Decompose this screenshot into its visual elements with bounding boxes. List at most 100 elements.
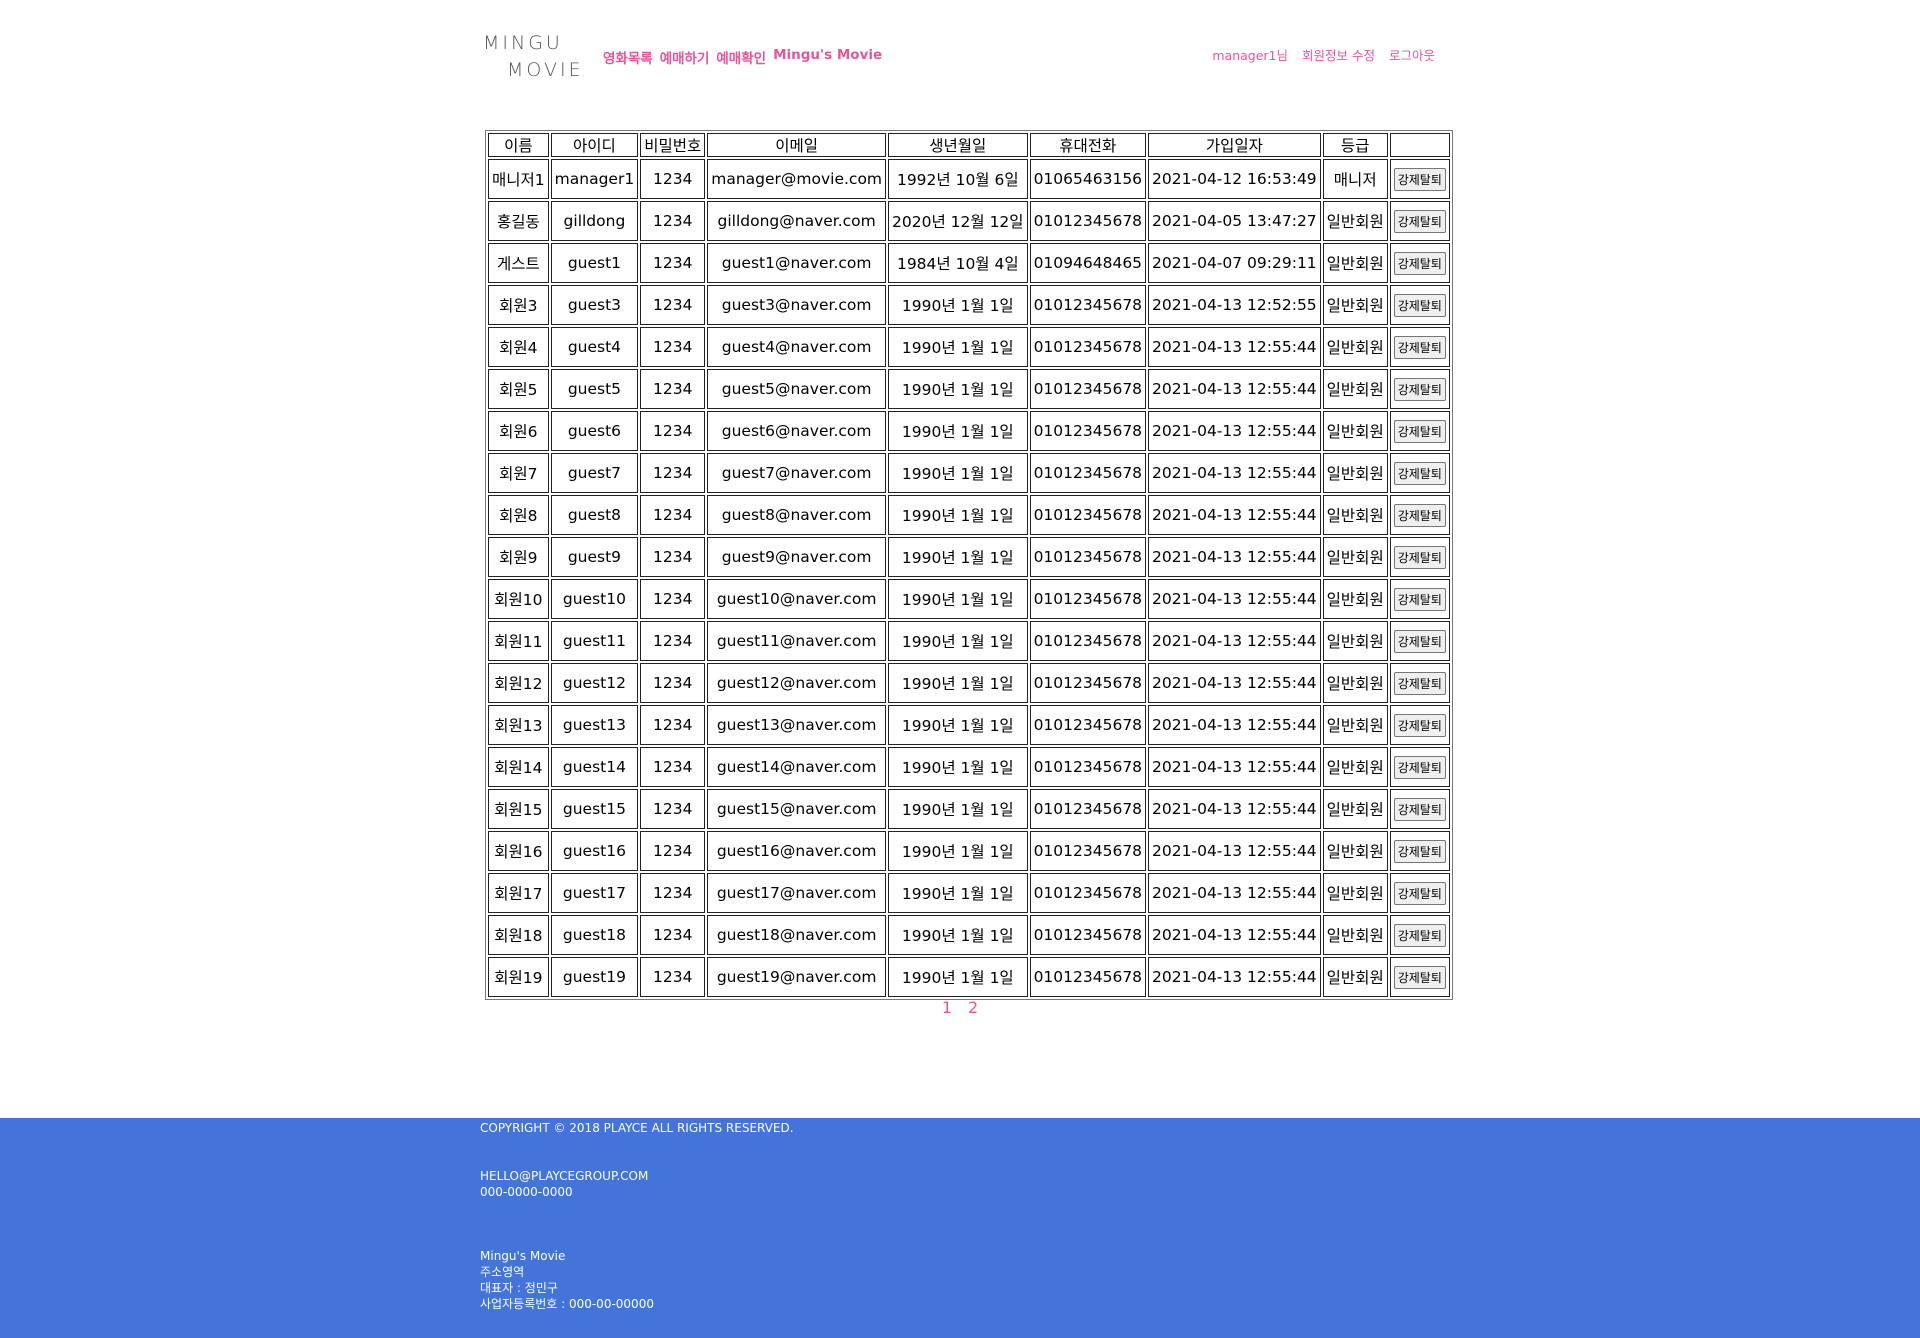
column-header-password: 비밀번호	[640, 133, 706, 157]
force-withdraw-button[interactable]: 강제탈퇴	[1393, 251, 1446, 275]
cell-birthdate: 1990년 1월 1일	[888, 873, 1028, 913]
force-withdraw-button[interactable]: 강제탈퇴	[1393, 923, 1446, 947]
cell-action: 강제탈퇴	[1389, 705, 1450, 745]
table-row: 회원9 guest9 1234 guest9@naver.com 1990년 1월 1일…	[488, 537, 1450, 577]
logo-line-2: MOVIE	[507, 59, 584, 81]
cell-password: 1234	[640, 159, 706, 199]
cell-email: guest16@naver.com	[707, 831, 887, 871]
force-withdraw-button[interactable]: 강제탈퇴	[1393, 797, 1446, 821]
cell-email: guest4@naver.com	[707, 327, 887, 367]
site-logo[interactable]: MINGU MOVIE	[483, 32, 581, 82]
force-withdraw-button[interactable]: 강제탈퇴	[1393, 881, 1446, 905]
cell-grade: 일반회원	[1322, 747, 1388, 787]
cell-id: guest18	[550, 915, 639, 955]
cell-email: manager@movie.com	[707, 159, 887, 199]
column-header-birthdate: 생년월일	[888, 133, 1028, 157]
cell-email: guest17@naver.com	[707, 873, 887, 913]
force-withdraw-button[interactable]: 강제탈퇴	[1393, 839, 1446, 863]
cell-phone: 01012345678	[1029, 285, 1147, 325]
footer-email: HELLO@PLAYCEGROUP.COM	[480, 1169, 649, 1183]
footer-biz-no: 사업자등록번호 : 000-00-00000	[480, 1297, 654, 1311]
cell-join-date: 2021-04-07 09:29:11	[1148, 243, 1321, 283]
site-footer: COPYRIGHT © 2018 PLAYCE ALL RIGHTS RESER…	[0, 1118, 1920, 1338]
table-row: 회원8 guest8 1234 guest8@naver.com 1990년 1월 1일…	[488, 495, 1450, 535]
cell-grade: 일반회원	[1322, 243, 1388, 283]
force-withdraw-button[interactable]: 강제탈퇴	[1393, 377, 1446, 401]
cell-birthdate: 1990년 1월 1일	[888, 495, 1028, 535]
page-link[interactable]: 1	[942, 998, 952, 1017]
table-row: 회원7 guest7 1234 guest7@naver.com 1990년 1월 1일…	[488, 453, 1450, 493]
force-withdraw-button[interactable]: 강제탈퇴	[1393, 167, 1446, 191]
force-withdraw-button[interactable]: 강제탈퇴	[1393, 545, 1446, 569]
cell-grade: 일반회원	[1322, 579, 1388, 619]
cell-grade: 일반회원	[1322, 663, 1388, 703]
cell-name: 회원8	[488, 495, 549, 535]
cell-action: 강제탈퇴	[1389, 747, 1450, 787]
edit-profile-link[interactable]: 회원정보 수정	[1302, 45, 1375, 64]
logout-link[interactable]: 로그아웃	[1389, 45, 1435, 64]
force-withdraw-button[interactable]: 강제탈퇴	[1393, 293, 1446, 317]
cell-phone: 01094648465	[1029, 243, 1147, 283]
force-withdraw-button[interactable]: 강제탈퇴	[1393, 755, 1446, 779]
cell-phone: 01012345678	[1029, 327, 1147, 367]
cell-birthdate: 1990년 1월 1일	[888, 915, 1028, 955]
cell-grade: 일반회원	[1322, 369, 1388, 409]
cell-birthdate: 1990년 1월 1일	[888, 705, 1028, 745]
cell-action: 강제탈퇴	[1389, 411, 1450, 451]
user-name[interactable]: manager1님	[1212, 45, 1288, 64]
cell-birthdate: 1990년 1월 1일	[888, 747, 1028, 787]
force-withdraw-button[interactable]: 강제탈퇴	[1393, 587, 1446, 611]
force-withdraw-button[interactable]: 강제탈퇴	[1393, 209, 1446, 233]
cell-action: 강제탈퇴	[1389, 537, 1450, 577]
cell-id: gilldong	[550, 201, 639, 241]
footer-address: 주소영역	[480, 1265, 525, 1279]
cell-phone: 01012345678	[1029, 411, 1147, 451]
nav-booking[interactable]: 예매하기	[660, 47, 710, 67]
cell-name: 회원4	[488, 327, 549, 367]
cell-join-date: 2021-04-13 12:55:44	[1148, 957, 1321, 997]
cell-phone: 01012345678	[1029, 663, 1147, 703]
cell-grade: 매니저	[1322, 159, 1388, 199]
nav-movie-list[interactable]: 영화목록	[603, 47, 653, 67]
cell-email: guest12@naver.com	[707, 663, 887, 703]
cell-email: guest9@naver.com	[707, 537, 887, 577]
member-table: 이름 아이디 비밀번호 이메일 생년월일 휴대전화 가입일자 등급 매니저1 manager1 1…	[485, 130, 1453, 1000]
cell-birthdate: 1990년 1월 1일	[888, 453, 1028, 493]
force-withdraw-button[interactable]: 강제탈퇴	[1393, 629, 1446, 653]
cell-id: guest8	[550, 495, 639, 535]
force-withdraw-button[interactable]: 강제탈퇴	[1393, 671, 1446, 695]
footer-ceo: 대표자 : 정민구	[480, 1281, 558, 1295]
force-withdraw-button[interactable]: 강제탈퇴	[1393, 503, 1446, 527]
footer-copyright: COPYRIGHT © 2018 PLAYCE ALL RIGHTS RESER…	[480, 1121, 794, 1135]
cell-phone: 01012345678	[1029, 831, 1147, 871]
column-header-grade: 등급	[1322, 133, 1388, 157]
cell-password: 1234	[640, 453, 706, 493]
force-withdraw-button[interactable]: 강제탈퇴	[1393, 335, 1446, 359]
column-header-phone: 휴대전화	[1029, 133, 1147, 157]
cell-action: 강제탈퇴	[1389, 957, 1450, 997]
force-withdraw-button[interactable]: 강제탈퇴	[1393, 461, 1446, 485]
nav-about[interactable]: Mingu's Movie	[773, 47, 882, 67]
cell-name: 회원14	[488, 747, 549, 787]
force-withdraw-button[interactable]: 강제탈퇴	[1393, 713, 1446, 737]
cell-phone: 01012345678	[1029, 789, 1147, 829]
table-row: 회원3 guest3 1234 guest3@naver.com 1990년 1월 1일…	[488, 285, 1450, 325]
page-link[interactable]: 2	[968, 998, 978, 1017]
cell-action: 강제탈퇴	[1389, 915, 1450, 955]
pagination: 12	[0, 998, 1920, 1017]
cell-birthdate: 1990년 1월 1일	[888, 327, 1028, 367]
table-row: 홍길동 gilldong 1234 gilldong@naver.com 2020년 1…	[488, 201, 1450, 241]
force-withdraw-button[interactable]: 강제탈퇴	[1393, 419, 1446, 443]
cell-join-date: 2021-04-13 12:55:44	[1148, 831, 1321, 871]
cell-password: 1234	[640, 537, 706, 577]
nav-booking-check[interactable]: 예매확인	[716, 47, 766, 67]
cell-name: 회원5	[488, 369, 549, 409]
table-row: 회원14 guest14 1234 guest14@naver.com 1990년 1월…	[488, 747, 1450, 787]
table-row: 회원10 guest10 1234 guest10@naver.com 1990년 1월…	[488, 579, 1450, 619]
cell-password: 1234	[640, 747, 706, 787]
force-withdraw-button[interactable]: 강제탈퇴	[1393, 965, 1446, 989]
cell-id: guest9	[550, 537, 639, 577]
cell-password: 1234	[640, 243, 706, 283]
cell-phone: 01012345678	[1029, 537, 1147, 577]
cell-email: guest7@naver.com	[707, 453, 887, 493]
